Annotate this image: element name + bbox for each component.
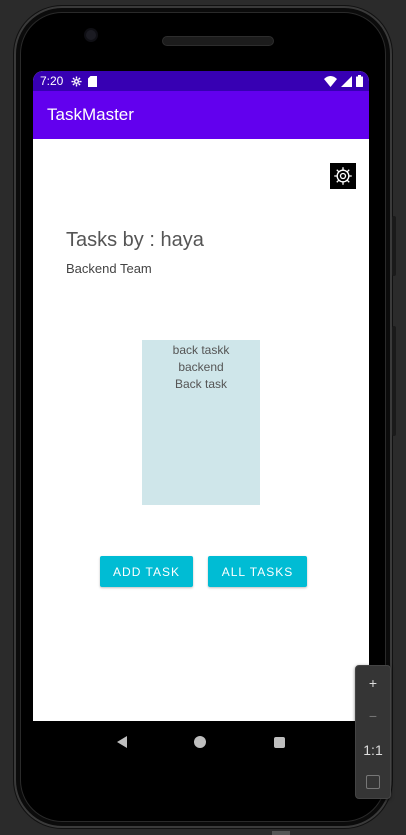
app-bar: TaskMaster [33,91,369,139]
signal-icon [341,75,352,87]
recents-icon[interactable] [274,736,286,748]
power-button[interactable] [392,326,396,436]
task-card[interactable]: back taskk backend Back task [142,340,260,505]
app-title: TaskMaster [47,105,134,124]
zoom-out-button[interactable]: − [369,708,377,724]
tasks-heading: Tasks by : haya [66,229,204,251]
earpiece-speaker [162,36,274,46]
back-icon[interactable] [116,736,127,748]
all-tasks-button[interactable]: ALL TASKS [208,556,307,587]
fit-screen-icon[interactable] [366,775,380,790]
status-time: 7:20 [40,74,64,88]
settings-icon [71,75,82,87]
device-screen: 7:20 TaskMaster Tasks by: haya Backend … [33,71,369,721]
sd-card-icon [88,75,98,87]
emulator-zoom-panel: + − 1:1 [355,665,391,799]
gear-icon [334,167,352,185]
wifi-icon [324,75,337,87]
status-bar: 7:20 [33,71,369,91]
home-icon[interactable] [194,736,207,748]
task-title: back taskk [172,343,230,357]
task-state: Back task [174,377,228,391]
add-task-button[interactable]: ADD TASK [100,556,193,587]
volume-button[interactable] [392,216,396,276]
status-right-icons [324,75,363,87]
status-left-icons [71,75,98,87]
task-body: backend [178,360,224,374]
actual-size-button[interactable]: 1:1 [363,742,382,758]
team-name: Backend Team [66,261,152,276]
front-camera [86,30,96,40]
battery-icon [356,75,363,87]
zoom-in-button[interactable]: + [369,675,377,691]
emulator-stage: 7:20 TaskMaster Tasks by: haya Backend … [0,0,406,835]
window-edge-tab [272,831,290,835]
navigation-bar [33,721,369,763]
settings-button[interactable] [330,163,356,189]
